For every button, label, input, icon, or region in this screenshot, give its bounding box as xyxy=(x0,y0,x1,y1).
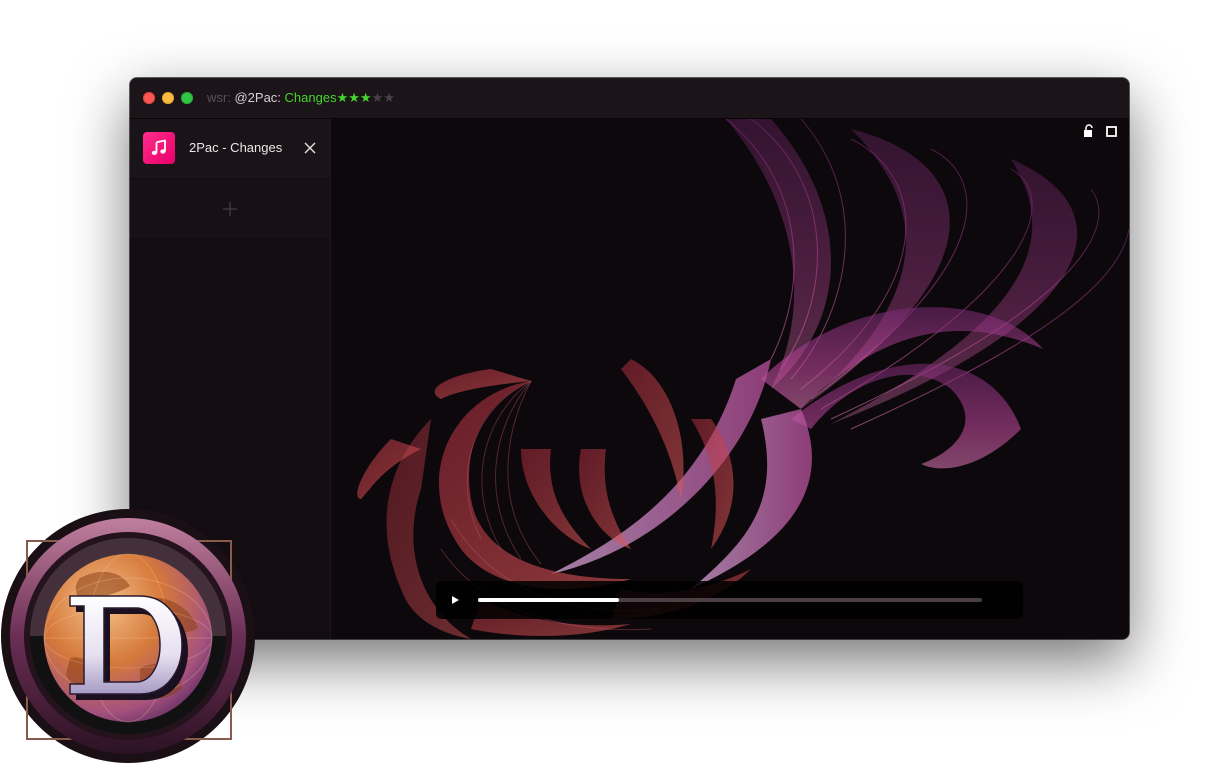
add-tab-row[interactable] xyxy=(130,179,330,238)
progress-bar[interactable] xyxy=(478,598,982,602)
close-window-button[interactable] xyxy=(143,92,155,104)
minimize-window-button[interactable] xyxy=(162,92,174,104)
app-logo xyxy=(1,509,255,763)
title-song: Changes xyxy=(284,90,337,105)
sidebar-tab-2pac-changes[interactable]: 2Pac - Changes xyxy=(130,119,330,178)
star-icon-4[interactable]: ★ xyxy=(372,90,384,105)
star-icon-3[interactable]: ★ xyxy=(360,90,372,105)
star-rating[interactable]: ★★★★★ xyxy=(337,90,395,105)
play-icon[interactable] xyxy=(448,593,462,607)
lock-open-icon[interactable] xyxy=(1083,124,1095,138)
star-icon-5[interactable]: ★ xyxy=(383,90,395,105)
title-artist: @2Pac: xyxy=(234,90,281,105)
music-note-icon xyxy=(143,132,175,164)
star-icon-1[interactable]: ★ xyxy=(337,90,349,105)
visualizer-viewer[interactable] xyxy=(331,119,1129,639)
window-title: wsr: @2Pac: Changes★★★★★ xyxy=(207,90,395,106)
screenshot-stage: wsr: @2Pac: Changes★★★★★ 2Pac - Changes xyxy=(0,0,1206,765)
title-bar[interactable]: wsr: @2Pac: Changes★★★★★ xyxy=(130,78,1129,119)
player-controls xyxy=(436,581,1023,619)
sidebar-tab-label: 2Pac - Changes xyxy=(189,140,283,155)
app-window: wsr: @2Pac: Changes★★★★★ 2Pac - Changes xyxy=(130,78,1129,639)
progress-fill xyxy=(478,598,620,602)
title-prefix: wsr: xyxy=(207,90,231,105)
zoom-window-button[interactable] xyxy=(181,92,193,104)
plus-icon[interactable] xyxy=(222,201,238,217)
fullscreen-icon[interactable] xyxy=(1106,126,1117,137)
visualizer-artwork xyxy=(357,119,1129,639)
close-tab-icon[interactable] xyxy=(302,140,318,156)
star-icon-2[interactable]: ★ xyxy=(348,90,360,105)
